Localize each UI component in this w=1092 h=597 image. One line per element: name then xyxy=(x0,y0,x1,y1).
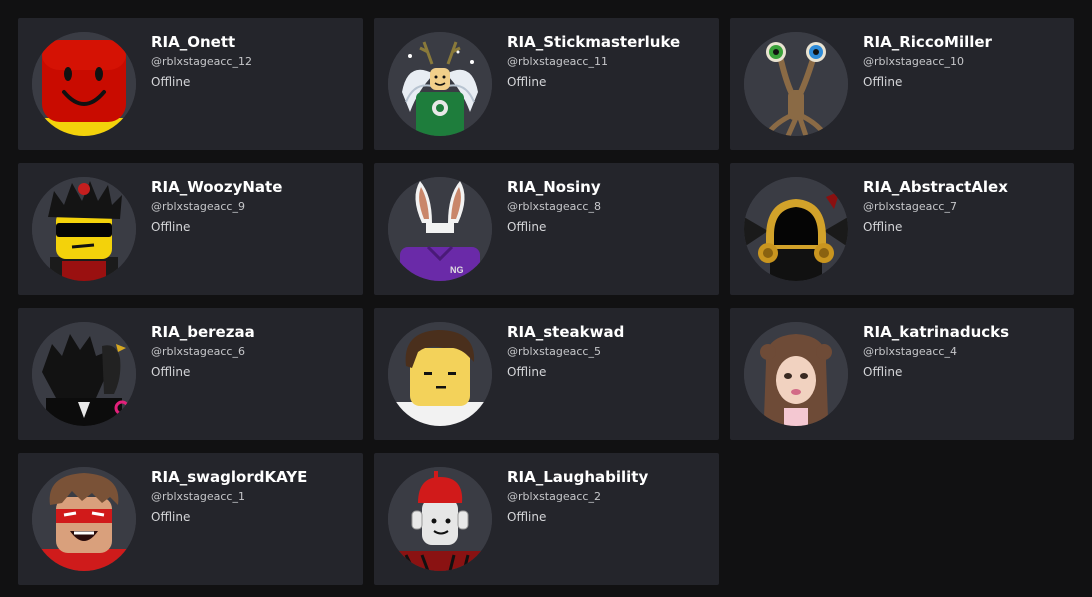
friend-info: RIA_Onett @rblxstageacc_12 Offline xyxy=(151,32,355,89)
friend-card[interactable]: RIA_Stickmasterluke @rblxstageacc_11 Off… xyxy=(374,18,719,150)
username: @rblxstageacc_6 xyxy=(151,345,245,358)
friend-card[interactable]: RIA_katrinaducks @rblxstageacc_4 Offline xyxy=(730,308,1074,440)
classic-smile-avatar-icon xyxy=(32,32,136,136)
friend-info: RIA_Stickmasterluke @rblxstageacc_11 Off… xyxy=(507,32,711,89)
presence-status: Offline xyxy=(507,365,547,379)
friends-grid: RIA_Onett @rblxstageacc_12 Offline RIA_S… xyxy=(18,18,1074,585)
bunny-ears-avatar-icon: NG xyxy=(388,177,492,281)
avatar[interactable] xyxy=(388,32,492,136)
username: @rblxstageacc_2 xyxy=(507,490,601,503)
username: @rblxstageacc_1 xyxy=(151,490,245,503)
display-name[interactable]: RIA_berezaa xyxy=(151,322,355,342)
presence-status: Offline xyxy=(507,220,547,234)
friend-card[interactable]: RIA_Laughability @rblxstageacc_2 Offline xyxy=(374,453,719,585)
dark-hair-bird-avatar-icon xyxy=(32,322,136,426)
avatar[interactable] xyxy=(744,177,848,281)
avatar[interactable] xyxy=(32,467,136,571)
sunglasses-spiky-hair-avatar-icon xyxy=(32,177,136,281)
display-name[interactable]: RIA_AbstractAlex xyxy=(863,177,1066,197)
friend-card[interactable]: RIA_swaglordKAYE @rblxstageacc_1 Offline xyxy=(18,453,363,585)
eyestalk-creature-avatar-icon xyxy=(744,32,848,136)
username: @rblxstageacc_12 xyxy=(151,55,252,68)
avatar[interactable] xyxy=(32,322,136,426)
friend-info: RIA_steakwad @rblxstageacc_5 Offline xyxy=(507,322,711,379)
username: @rblxstageacc_4 xyxy=(863,345,957,358)
display-name[interactable]: RIA_RiccoMiller xyxy=(863,32,1066,52)
friend-info: RIA_RiccoMiller @rblxstageacc_10 Offline xyxy=(863,32,1066,89)
avatar[interactable] xyxy=(744,32,848,136)
presence-status: Offline xyxy=(151,220,191,234)
avatar[interactable] xyxy=(744,322,848,426)
display-name[interactable]: RIA_steakwad xyxy=(507,322,711,342)
friend-card[interactable]: RIA_steakwad @rblxstageacc_5 Offline xyxy=(374,308,719,440)
friend-info: RIA_berezaa @rblxstageacc_6 Offline xyxy=(151,322,355,379)
red-mask-avatar-icon xyxy=(32,467,136,571)
display-name[interactable]: RIA_katrinaducks xyxy=(863,322,1066,342)
golden-helmet-avatar-icon xyxy=(744,177,848,281)
friend-card[interactable]: RIA_WoozyNate @rblxstageacc_9 Offline xyxy=(18,163,363,295)
presence-status: Offline xyxy=(863,365,903,379)
friend-info: RIA_swaglordKAYE @rblxstageacc_1 Offline xyxy=(151,467,355,524)
long-hair-girl-avatar-icon xyxy=(744,322,848,426)
winged-antler-avatar-icon xyxy=(388,32,492,136)
username: @rblxstageacc_8 xyxy=(507,200,601,213)
display-name[interactable]: RIA_Nosiny xyxy=(507,177,711,197)
friend-card[interactable]: RIA_AbstractAlex @rblxstageacc_7 Offline xyxy=(730,163,1074,295)
avatar[interactable] xyxy=(32,177,136,281)
friend-info: RIA_Nosiny @rblxstageacc_8 Offline xyxy=(507,177,711,234)
presence-status: Offline xyxy=(507,510,547,524)
username: @rblxstageacc_7 xyxy=(863,200,957,213)
presence-status: Offline xyxy=(151,75,191,89)
avatar[interactable] xyxy=(32,32,136,136)
presence-status: Offline xyxy=(151,365,191,379)
display-name[interactable]: RIA_Stickmasterluke xyxy=(507,32,711,52)
username: @rblxstageacc_11 xyxy=(507,55,608,68)
username: @rblxstageacc_9 xyxy=(151,200,245,213)
friend-info: RIA_katrinaducks @rblxstageacc_4 Offline xyxy=(863,322,1066,379)
brown-hair-frown-avatar-icon xyxy=(388,322,492,426)
friend-info: RIA_Laughability @rblxstageacc_2 Offline xyxy=(507,467,711,524)
friend-card[interactable]: RIA_Onett @rblxstageacc_12 Offline xyxy=(18,18,363,150)
friend-info: RIA_WoozyNate @rblxstageacc_9 Offline xyxy=(151,177,355,234)
friend-card[interactable]: NG RIA_Nosiny @rblxstageacc_8 Offline xyxy=(374,163,719,295)
friend-card[interactable]: RIA_berezaa @rblxstageacc_6 Offline xyxy=(18,308,363,440)
presence-status: Offline xyxy=(863,220,903,234)
friend-info: RIA_AbstractAlex @rblxstageacc_7 Offline xyxy=(863,177,1066,234)
friend-card[interactable]: RIA_RiccoMiller @rblxstageacc_10 Offline xyxy=(730,18,1074,150)
display-name[interactable]: RIA_swaglordKAYE xyxy=(151,467,355,487)
display-name[interactable]: RIA_WoozyNate xyxy=(151,177,355,197)
display-name[interactable]: RIA_Onett xyxy=(151,32,355,52)
username: @rblxstageacc_5 xyxy=(507,345,601,358)
avatar[interactable]: NG xyxy=(388,177,492,281)
avatar[interactable] xyxy=(388,322,492,426)
red-cap-headphones-avatar-icon xyxy=(388,467,492,571)
presence-status: Offline xyxy=(863,75,903,89)
display-name[interactable]: RIA_Laughability xyxy=(507,467,711,487)
svg-text:NG: NG xyxy=(450,265,464,275)
username: @rblxstageacc_10 xyxy=(863,55,964,68)
presence-status: Offline xyxy=(151,510,191,524)
presence-status: Offline xyxy=(507,75,547,89)
avatar[interactable] xyxy=(388,467,492,571)
